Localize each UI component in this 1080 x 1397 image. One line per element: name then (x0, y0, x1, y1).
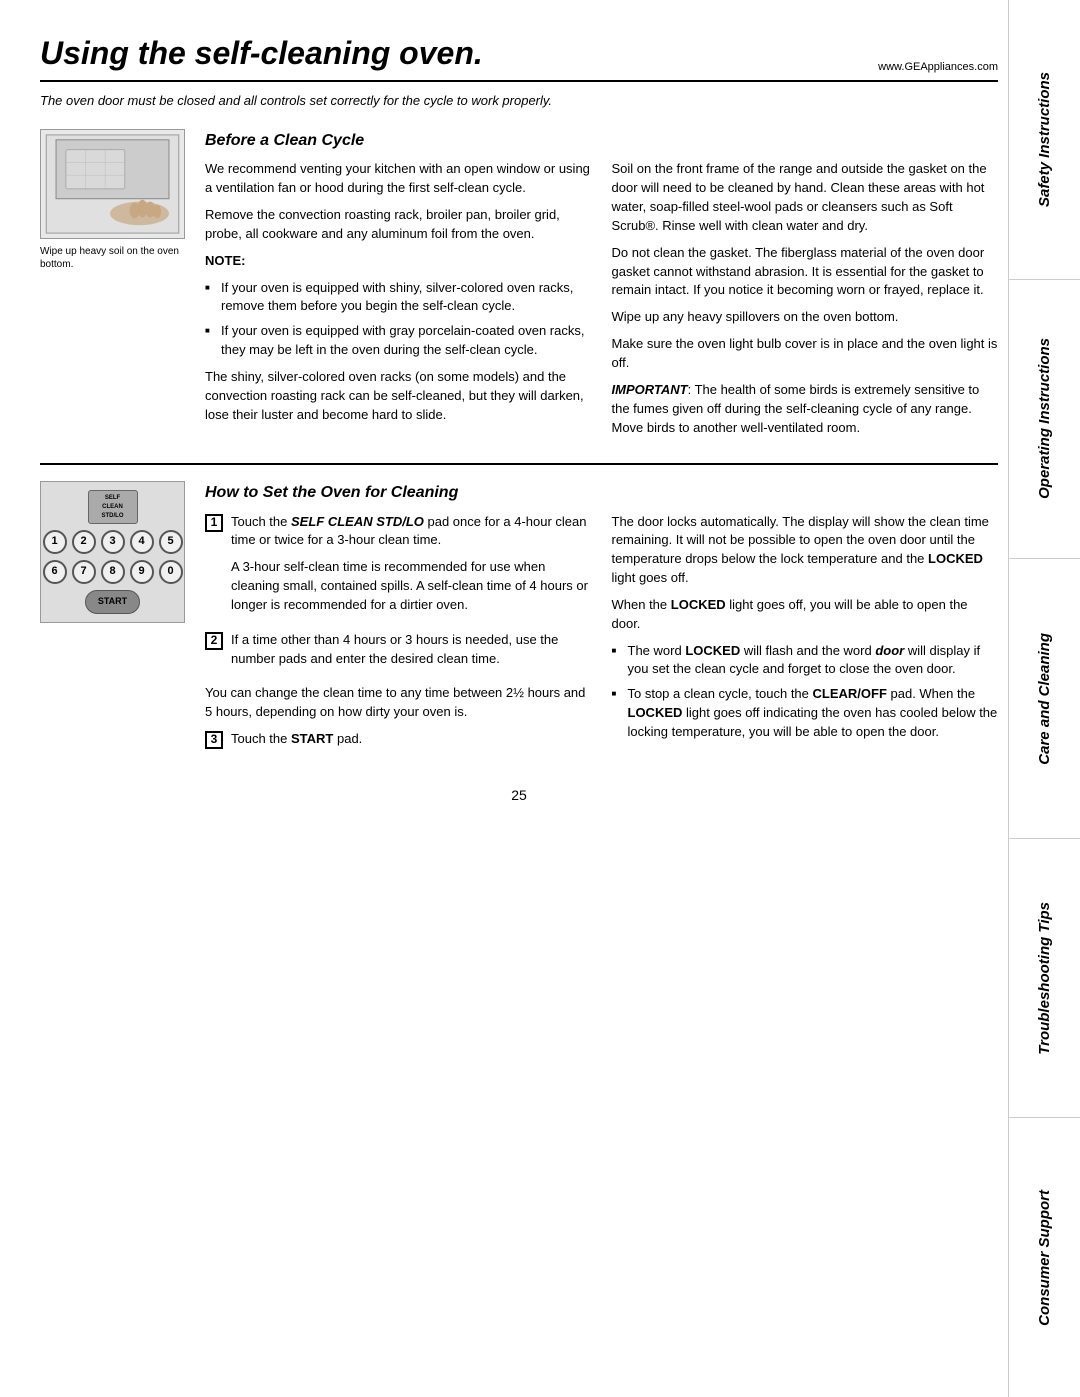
step-1-bold: SELF CLEAN STD/LO (291, 514, 424, 529)
step-1-text: Touch the SELF CLEAN STD/LO pad once for… (231, 513, 592, 551)
key-8: 8 (101, 560, 125, 584)
sidebar-troubleshooting-label: Troubleshooting Tips (1034, 902, 1056, 1055)
keypad-image: SELF CLEAN STD/LO 1 2 3 4 5 6 7 8 (40, 481, 185, 622)
col2-p2-prefix: When the (612, 597, 671, 612)
step-number-2: 2 (205, 632, 223, 650)
key-2: 2 (72, 530, 96, 554)
image-caption: Wipe up heavy soil on the oven bottom. (40, 245, 190, 271)
before-col2-p4: Make sure the oven light bulb cover is i… (612, 335, 999, 373)
before-col2-p2: Do not clean the gasket. The fiberglass … (612, 244, 999, 301)
before-clean-columns: We recommend venting your kitchen with a… (205, 160, 998, 445)
keypad-row-1: 1 2 3 4 5 (43, 530, 183, 554)
keypad-row-2: 6 7 8 9 0 (43, 560, 183, 584)
self-clean-button-display: SELF CLEAN STD/LO (88, 490, 138, 524)
sidebar-consumer-label: Consumer Support (1034, 1190, 1056, 1326)
bullet-2: To stop a clean cycle, touch the CLEAR/O… (612, 685, 999, 742)
step-2-text: If a time other than 4 hours or 3 hours … (231, 631, 592, 669)
bottom-section: SELF CLEAN STD/LO 1 2 3 4 5 6 7 8 (40, 481, 998, 765)
section-divider (40, 463, 998, 465)
step-number-1: 1 (205, 514, 223, 532)
note-item-1: If your oven is equipped with shiny, sil… (205, 279, 592, 317)
sidebar-safety-label: Safety Instructions (1034, 72, 1056, 207)
right-sidebar: Safety Instructions Operating Instructio… (1008, 0, 1080, 1397)
page-title: Using the self-cleaning oven. (40, 30, 483, 76)
before-clean-heading: Before a Clean Cycle (205, 129, 998, 152)
how-to-set-columns: 1 Touch the SELF CLEAN STD/LO pad once f… (205, 513, 998, 765)
left-column: Wipe up heavy soil on the oven bottom. (40, 129, 205, 445)
step-3-content: Touch the START pad. (231, 730, 592, 757)
change-time-text: You can change the clean time to any tim… (205, 684, 592, 722)
before-p1: We recommend venting your kitchen with a… (205, 160, 592, 198)
note-item-2: If your oven is equipped with gray porce… (205, 322, 592, 360)
step-3: 3 Touch the START pad. (205, 730, 592, 757)
bottom-right-col: How to Set the Oven for Cleaning 1 Touch… (205, 481, 998, 765)
how-to-set-col2: The door locks automatically. The displa… (612, 513, 999, 765)
key-3: 3 (101, 530, 125, 554)
before-col2-p3: Wipe up any heavy spillovers on the oven… (612, 308, 999, 327)
page-subtitle: The oven door must be closed and all con… (40, 92, 998, 111)
step-1-subtext: A 3-hour self-clean time is recommended … (231, 558, 592, 615)
bottom-left-col: SELF CLEAN STD/LO 1 2 3 4 5 6 7 8 (40, 481, 205, 765)
note-list: If your oven is equipped with shiny, sil… (205, 279, 592, 360)
bullet-1: The word LOCKED will flash and the word … (612, 642, 999, 680)
col2-locked-2: LOCKED (671, 597, 726, 612)
col2-bullet-list: The word LOCKED will flash and the word … (612, 642, 999, 742)
col2-locked-1: LOCKED (928, 551, 983, 566)
sidebar-operating-label: Operating Instructions (1034, 338, 1056, 499)
key-7: 7 (72, 560, 96, 584)
sidebar-troubleshooting: Troubleshooting Tips (1009, 839, 1080, 1119)
col2-p1-suffix: light goes off. (612, 570, 689, 585)
step-1-prefix: Touch the (231, 514, 291, 529)
sidebar-safety: Safety Instructions (1009, 0, 1080, 280)
website-url: www.GEAppliances.com (878, 60, 998, 76)
col2-p1: The door locks automatically. The displa… (612, 513, 999, 588)
how-to-set-heading: How to Set the Oven for Cleaning (205, 481, 998, 504)
col2-p2: When the LOCKED light goes off, you will… (612, 596, 999, 634)
top-section: Wipe up heavy soil on the oven bottom. B… (40, 129, 998, 445)
start-button-display: START (85, 590, 140, 613)
before-p3: The shiny, silver-colored oven racks (on… (205, 368, 592, 425)
oven-image (40, 129, 185, 239)
page-number: 25 (40, 785, 998, 805)
before-p2: Remove the convection roasting rack, bro… (205, 206, 592, 244)
step-2-content: If a time other than 4 hours or 3 hours … (231, 631, 592, 677)
step-3-prefix: Touch the (231, 731, 291, 746)
page-header: Using the self-cleaning oven. www.GEAppl… (40, 30, 998, 82)
key-5: 5 (159, 530, 183, 554)
key-0: 0 (159, 560, 183, 584)
before-clean-col1: We recommend venting your kitchen with a… (205, 160, 592, 445)
step-2: 2 If a time other than 4 hours or 3 hour… (205, 631, 592, 677)
key-4: 4 (130, 530, 154, 554)
sidebar-consumer: Consumer Support (1009, 1118, 1080, 1397)
step-3-text: Touch the START pad. (231, 730, 592, 749)
right-column: Before a Clean Cycle We recommend ventin… (205, 129, 998, 445)
sidebar-operating: Operating Instructions (1009, 280, 1080, 560)
before-col2-p5: IMPORTANT: The health of some birds is e… (612, 381, 999, 438)
note-label: NOTE: (205, 252, 592, 271)
key-6: 6 (43, 560, 67, 584)
how-to-set-col1: 1 Touch the SELF CLEAN STD/LO pad once f… (205, 513, 592, 765)
sidebar-care: Care and Cleaning (1009, 559, 1080, 839)
step-number-3: 3 (205, 731, 223, 749)
sidebar-care-label: Care and Cleaning (1034, 633, 1056, 765)
step-3-suffix: pad. (333, 731, 362, 746)
step-1-content: Touch the SELF CLEAN STD/LO pad once for… (231, 513, 592, 623)
important-label: IMPORTANT (612, 382, 688, 397)
step-1: 1 Touch the SELF CLEAN STD/LO pad once f… (205, 513, 592, 623)
step-3-bold: START (291, 731, 333, 746)
before-col2-p1: Soil on the front frame of the range and… (612, 160, 999, 235)
before-clean-col2: Soil on the front frame of the range and… (612, 160, 999, 445)
key-1: 1 (43, 530, 67, 554)
key-9: 9 (130, 560, 154, 584)
